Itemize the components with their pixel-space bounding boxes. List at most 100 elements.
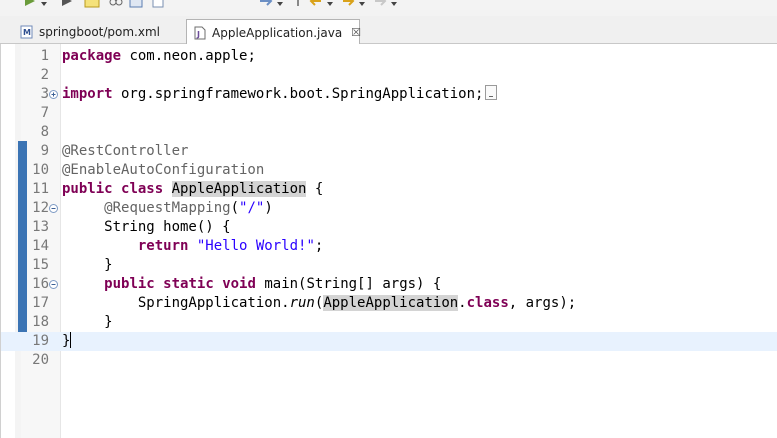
code-line[interactable]: 7 bbox=[1, 104, 777, 123]
code-line[interactable]: 19} bbox=[1, 332, 777, 351]
code-text[interactable]: @RestController bbox=[62, 142, 188, 161]
line-number: 13 bbox=[32, 219, 49, 235]
code-line[interactable]: 17 SpringApplication.run(AppleApplicatio… bbox=[1, 294, 777, 313]
code-token: . bbox=[458, 295, 467, 311]
tab-apple-application-java[interactable]: J AppleApplication.java ☒ bbox=[186, 19, 361, 45]
pin-icon[interactable] bbox=[290, 0, 306, 8]
code-text[interactable]: package com.neon.apple; bbox=[62, 47, 256, 66]
code-token: } bbox=[62, 333, 71, 349]
code-token: com.neon.apple; bbox=[121, 48, 256, 64]
line-number: 19 bbox=[32, 333, 49, 349]
page-icon[interactable] bbox=[150, 0, 166, 8]
code-text[interactable]: public static void main(String[] args) { bbox=[62, 275, 441, 294]
code-line[interactable]: 3 import org.springframework.boot.SpringA… bbox=[1, 85, 777, 104]
code-line[interactable]: 9 @RestController bbox=[1, 142, 777, 161]
code-line[interactable]: 2 bbox=[1, 66, 777, 85]
code-token: ) bbox=[264, 200, 273, 216]
code-text[interactable]: SpringApplication.run(AppleApplication.c… bbox=[62, 294, 576, 313]
code-text[interactable]: } bbox=[62, 313, 113, 332]
code-line[interactable]: 18 } bbox=[1, 313, 777, 332]
code-token: class bbox=[466, 295, 509, 311]
code-token: AppleApplication bbox=[323, 295, 459, 311]
code-text[interactable]: } bbox=[62, 332, 72, 351]
code-text[interactable]: import org.springframework.boot.SpringAp… bbox=[62, 85, 498, 104]
code-text[interactable]: String home() { bbox=[62, 218, 230, 237]
code-token: ( bbox=[230, 200, 240, 216]
code-token: public bbox=[62, 181, 113, 197]
line-number: 9 bbox=[40, 143, 49, 159]
code-text[interactable]: } bbox=[62, 256, 112, 275]
code-token: package bbox=[62, 48, 122, 64]
code-token: public bbox=[104, 276, 155, 292]
code-token: class bbox=[121, 181, 164, 197]
code-line[interactable]: 14 return "Hello World!"; bbox=[1, 237, 777, 256]
line-number: 7 bbox=[40, 105, 49, 121]
code-token: "/" bbox=[239, 200, 265, 216]
link-icon[interactable] bbox=[108, 0, 124, 8]
code-text[interactable]: @RequestMapping("/") bbox=[62, 199, 273, 218]
code-line[interactable]: 20 bbox=[1, 351, 777, 370]
code-token: static bbox=[163, 276, 214, 292]
fold-collapse-icon[interactable] bbox=[49, 280, 58, 289]
line-number: 14 bbox=[32, 238, 49, 254]
tab-label: AppleApplication.java bbox=[212, 25, 343, 40]
line-number: 17 bbox=[32, 295, 49, 311]
code-token: void bbox=[222, 276, 256, 292]
fold-collapse-icon[interactable] bbox=[49, 204, 58, 213]
layout-icon[interactable] bbox=[128, 0, 144, 8]
next-annotation-icon[interactable] bbox=[258, 0, 274, 8]
code-line[interactable]: 1 package com.neon.apple; bbox=[1, 47, 777, 66]
run-icon[interactable] bbox=[22, 0, 38, 8]
code-token: run bbox=[289, 295, 315, 311]
java-editor[interactable]: 1 package com.neon.apple; 2 3 import org.spr… bbox=[0, 44, 777, 438]
line-number: 8 bbox=[40, 124, 49, 140]
code-token: "Hello World!" bbox=[196, 238, 315, 254]
code-token: { bbox=[306, 181, 324, 197]
line-number: 10 bbox=[32, 162, 49, 178]
tab-pom-xml[interactable]: M springboot/pom.xml bbox=[14, 19, 182, 44]
code-text[interactable]: @EnableAutoConfiguration bbox=[62, 161, 264, 180]
editor-tab-bar: M springboot/pom.xml J AppleApplication.… bbox=[0, 16, 777, 45]
forward-icon[interactable] bbox=[340, 0, 356, 8]
forward-disabled-icon[interactable] bbox=[372, 0, 388, 8]
code-line[interactable]: 13 String home() { bbox=[1, 218, 777, 237]
back-icon[interactable] bbox=[308, 0, 324, 8]
line-number: 18 bbox=[32, 314, 49, 330]
fold-expand-icon[interactable] bbox=[49, 90, 58, 99]
highlight-icon[interactable] bbox=[84, 0, 100, 8]
collapsed-imports-icon[interactable] bbox=[485, 85, 498, 100]
code-line[interactable]: 15 } bbox=[1, 256, 777, 275]
code-line[interactable]: 10 @EnableAutoConfiguration bbox=[1, 161, 777, 180]
code-token: } bbox=[62, 314, 113, 330]
code-token: return bbox=[137, 238, 189, 254]
code-token: main(String[] args) { bbox=[255, 276, 442, 292]
code-line[interactable]: 16 public static void main(String[] args… bbox=[1, 275, 777, 294]
line-number: 15 bbox=[32, 257, 49, 273]
dropdown-arrow-icon[interactable] bbox=[40, 0, 56, 8]
code-text[interactable]: public class AppleApplication { bbox=[62, 180, 323, 199]
line-number: 20 bbox=[32, 352, 49, 368]
code-token: ; bbox=[314, 238, 324, 254]
code-text[interactable]: return "Hello World!"; bbox=[62, 237, 323, 256]
code-token: @RequestMapping bbox=[104, 200, 231, 216]
line-number: 16 bbox=[32, 276, 49, 292]
line-number: 1 bbox=[40, 48, 49, 64]
code-line[interactable]: 12 @RequestMapping("/") bbox=[1, 199, 777, 218]
dropdown-arrow-icon[interactable] bbox=[390, 0, 406, 8]
line-number: 11 bbox=[32, 181, 49, 197]
debug-icon[interactable] bbox=[60, 0, 76, 8]
line-number: 12 bbox=[32, 200, 49, 216]
text-cursor bbox=[70, 332, 72, 348]
code-line[interactable]: 8 bbox=[1, 123, 777, 142]
code-line[interactable]: 11 public class AppleApplication { bbox=[1, 180, 777, 199]
main-toolbar bbox=[0, 0, 777, 16]
eclipse-window: M springboot/pom.xml J AppleApplication.… bbox=[0, 0, 777, 438]
code-token: import bbox=[62, 86, 113, 102]
close-tab-icon[interactable]: ☒ bbox=[351, 26, 361, 39]
